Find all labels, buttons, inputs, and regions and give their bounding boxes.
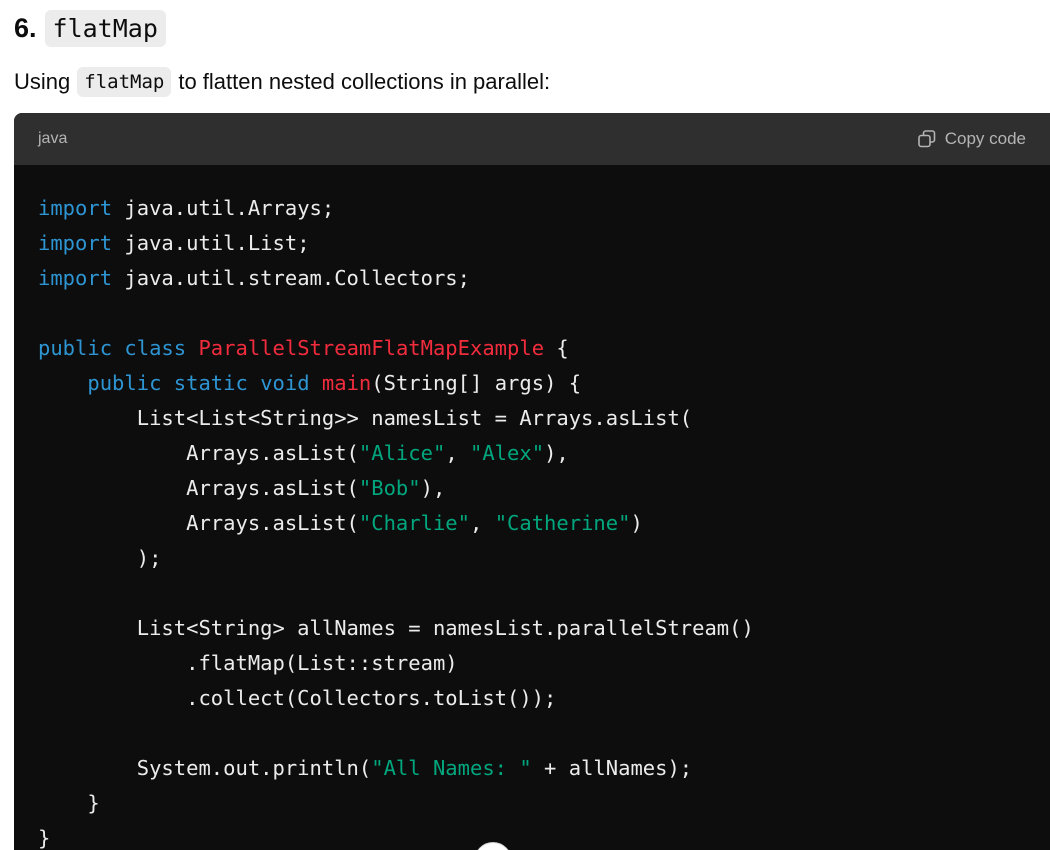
copy-icon: [917, 130, 936, 148]
code-token: .collect(Collectors.toList());: [38, 686, 557, 710]
code-token: ,: [445, 441, 470, 465]
code-token: {: [544, 336, 569, 360]
code-line: import java.util.List;: [38, 226, 1050, 261]
code-line: public static void main(String[] args) {: [38, 366, 1050, 401]
paragraph-inline-code: flatMap: [77, 67, 172, 97]
code-token: static: [173, 371, 248, 395]
code-token: "Bob": [358, 476, 421, 500]
section-heading: 6. flatMap: [14, 8, 166, 48]
code-line: Arrays.asList("Charlie", "Catherine"): [38, 506, 1050, 541]
code-line: Arrays.asList("Bob"),: [38, 471, 1050, 506]
code-token: class: [124, 336, 187, 360]
code-token: ,: [470, 511, 495, 535]
code-token: java.util.List;: [112, 231, 310, 255]
code-token: Arrays.asList(: [38, 476, 359, 500]
copy-code-button[interactable]: Copy code: [917, 129, 1026, 149]
code-token: Arrays.asList(: [38, 441, 359, 465]
code-token: void: [260, 371, 310, 395]
paragraph-text-before: Using: [14, 69, 71, 94]
code-token: Arrays.asList(: [38, 511, 359, 535]
section-number: 6.: [14, 12, 37, 43]
code-token: import: [38, 196, 113, 220]
code-token: java.util.Arrays;: [112, 196, 335, 220]
code-token: public: [38, 336, 113, 360]
code-token: "All Names: ": [371, 756, 532, 780]
code-token: ): [630, 511, 643, 535]
code-token: );: [38, 546, 162, 570]
code-token: "Charlie": [358, 511, 470, 535]
code-token: java.util.stream.Collectors;: [112, 266, 470, 290]
code-token: main: [321, 371, 372, 395]
code-line: import java.util.stream.Collectors;: [38, 261, 1050, 296]
code-block-header: java Copy code: [14, 113, 1050, 165]
code-line: import java.util.Arrays;: [38, 191, 1050, 226]
code-line: System.out.println("All Names: " + allNa…: [38, 751, 1050, 786]
code-token: (String[] args) {: [371, 371, 582, 395]
code-token: List<List<String>> namesList = Arrays.as…: [38, 406, 693, 430]
paragraph-text-after: to flatten nested collections in paralle…: [178, 69, 551, 94]
code-line: Arrays.asList("Alice", "Alex"),: [38, 436, 1050, 471]
code-token: import: [38, 231, 113, 255]
code-line: .collect(Collectors.toList());: [38, 681, 1050, 716]
code-language-label: java: [38, 130, 68, 147]
description-paragraph: Using flatMap to flatten nested collecti…: [14, 64, 550, 100]
code-token: "Alex": [470, 441, 545, 465]
code-token: .flatMap(List::stream): [38, 651, 458, 675]
code-token: ParallelStreamFlatMapExample: [198, 336, 545, 360]
code-token: public: [87, 371, 162, 395]
code-line: }: [38, 786, 1050, 821]
code-token: + allNames);: [531, 756, 693, 780]
copy-code-label: Copy code: [944, 129, 1026, 148]
code-line: List<List<String>> namesList = Arrays.as…: [38, 401, 1050, 436]
code-content[interactable]: import java.util.Arrays; import java.util…: [14, 165, 1050, 850]
code-token: ),: [420, 476, 446, 500]
code-line: public class ParallelStreamFlatMapExampl…: [38, 331, 1050, 366]
code-token: "Catherine": [494, 511, 631, 535]
code-token: }: [38, 826, 51, 850]
code-line: List<String> allNames = namesList.parall…: [38, 611, 1050, 646]
code-line: );: [38, 541, 1050, 576]
code-token: "Alice": [358, 441, 446, 465]
code-line: .flatMap(List::stream): [38, 646, 1050, 681]
code-token: System.out.println(: [38, 756, 372, 780]
code-block: java Copy code import java.util.Arrays; i…: [14, 113, 1050, 850]
heading-inline-code: flatMap: [44, 9, 166, 47]
code-token: }: [38, 791, 100, 815]
code-token: ),: [544, 441, 569, 465]
code-line: }: [38, 821, 1050, 850]
code-token: import: [38, 266, 113, 290]
code-token: List<String> allNames = namesList.parall…: [38, 616, 754, 640]
